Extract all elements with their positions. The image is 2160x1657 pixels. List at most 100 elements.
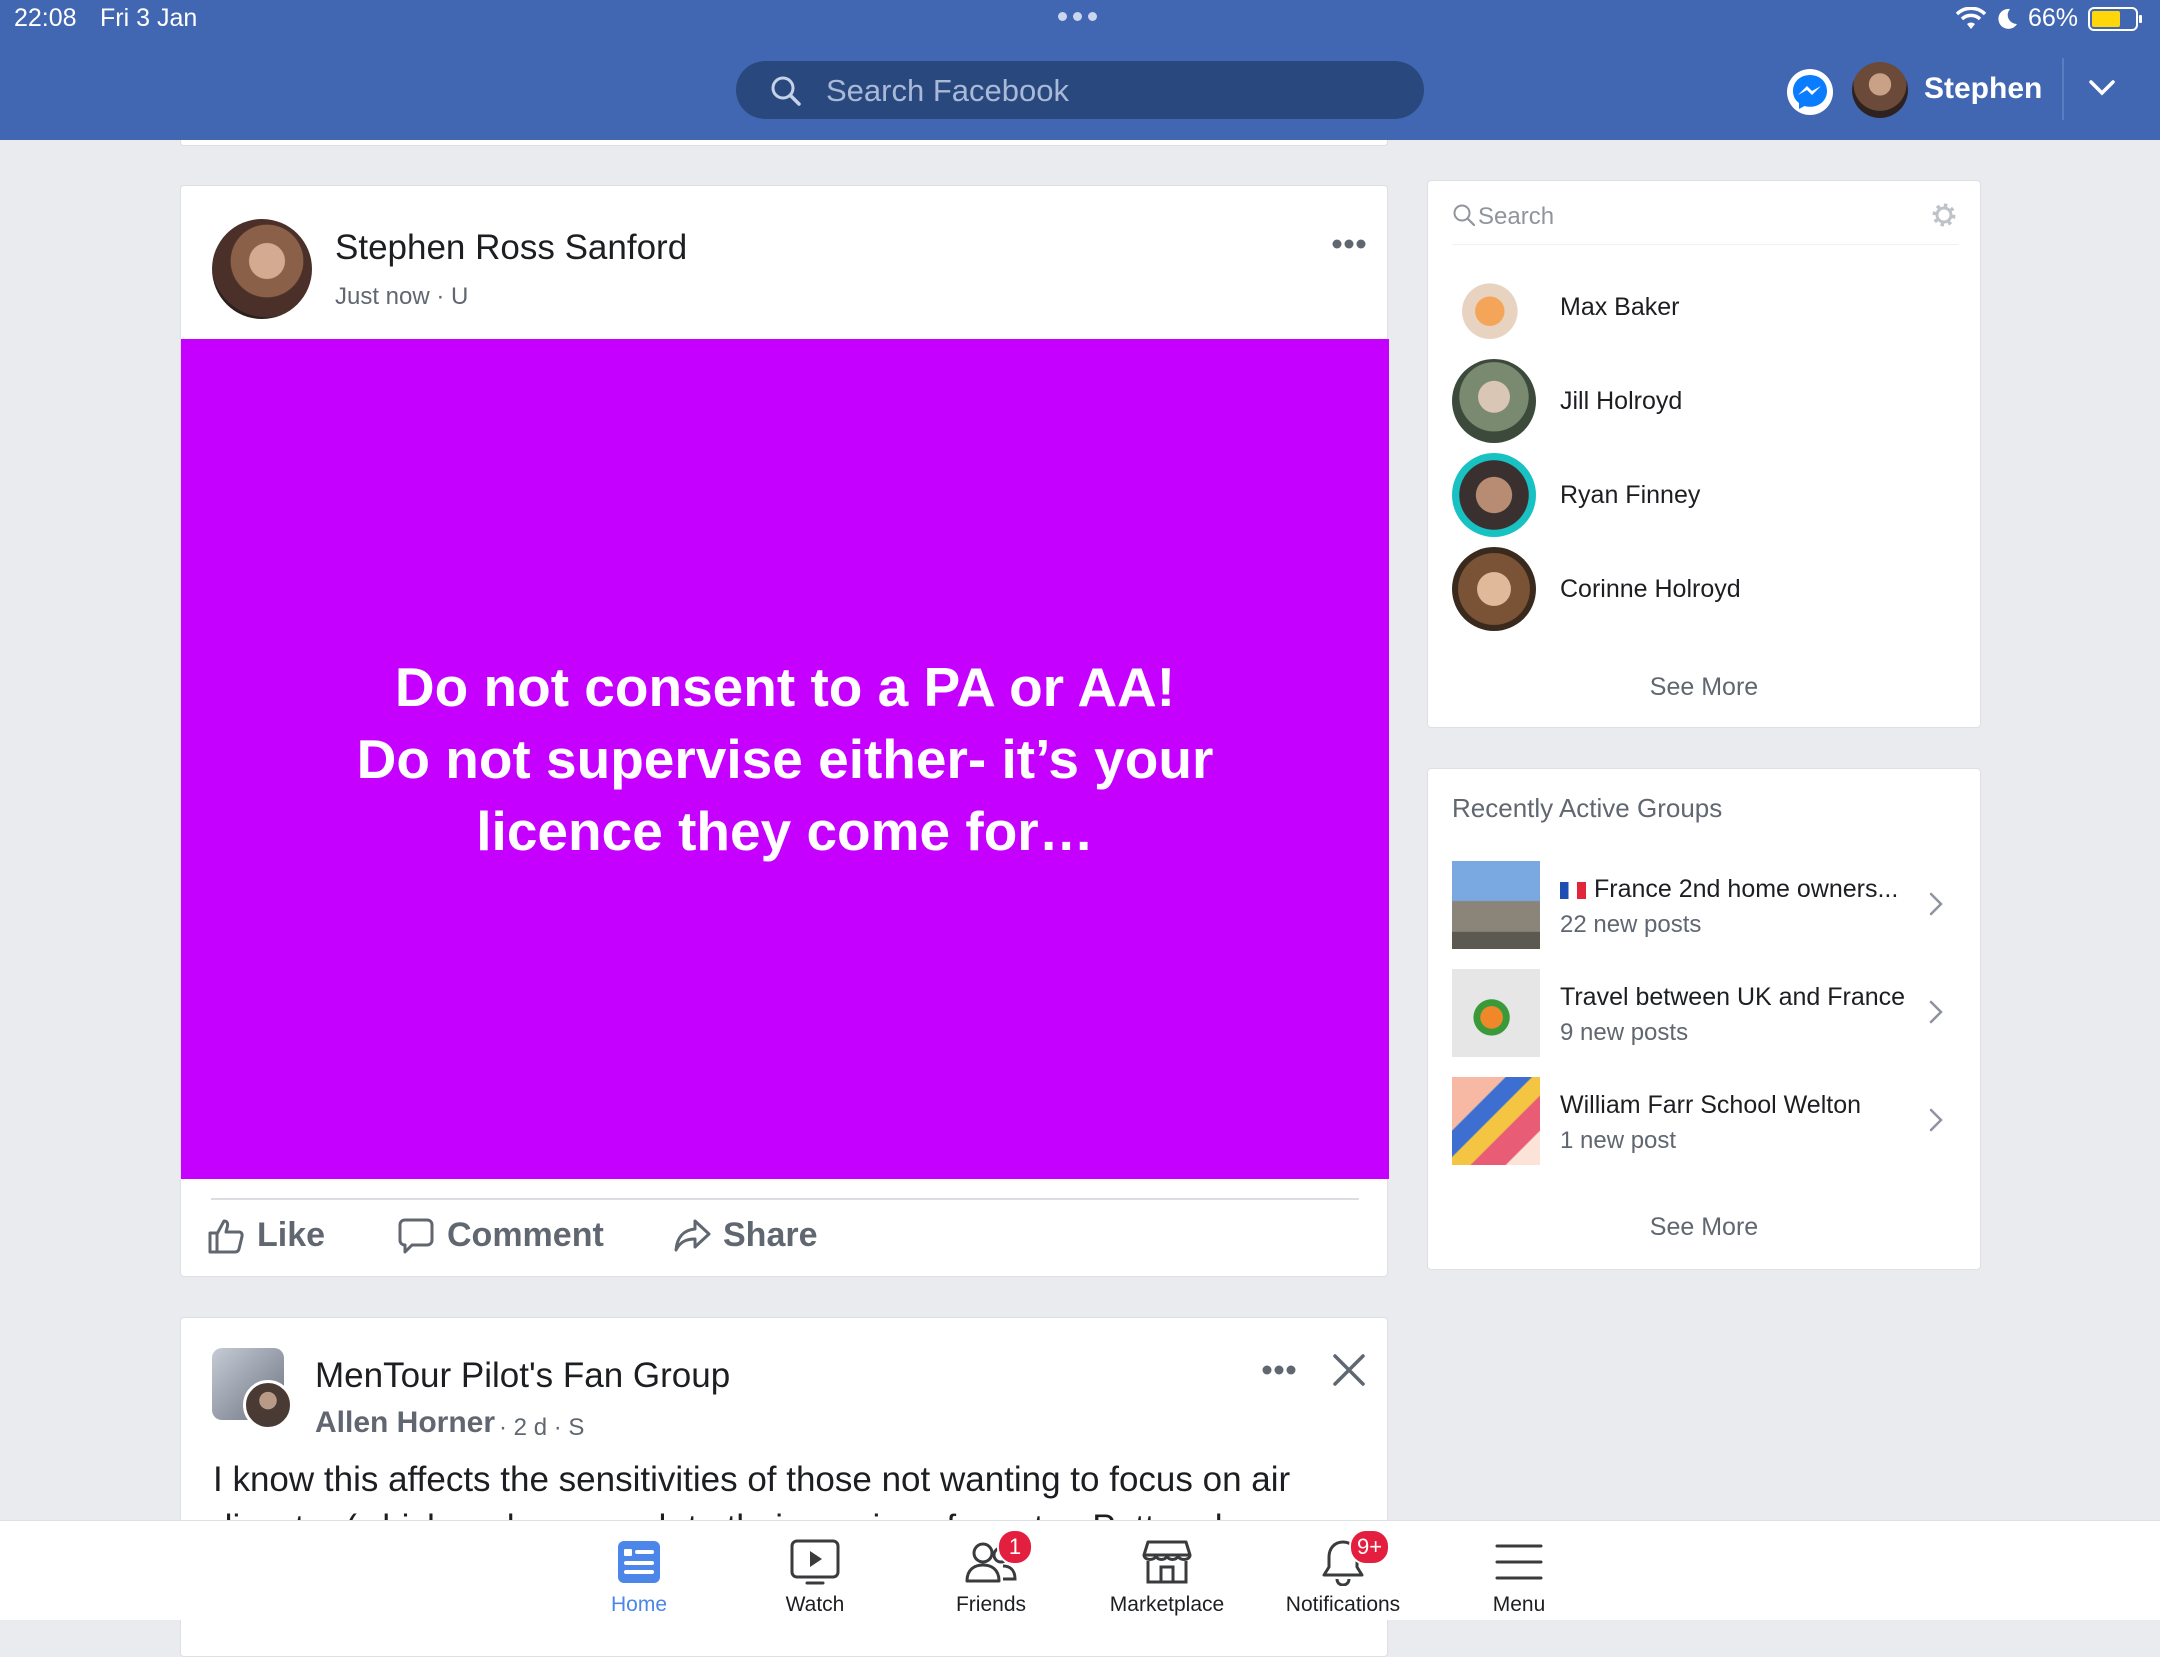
tab-watch[interactable]: Watch (735, 1537, 895, 1617)
post-text: Do not consent to a PA or AA! Do not sup… (285, 651, 1285, 867)
previous-post-edge (180, 140, 1388, 146)
top-bar: 22:08 Fri 3 Jan 66% Search Facebook Step… (0, 0, 2160, 140)
group-item[interactable]: William Farr School Welton 1 new post (1452, 1077, 1958, 1165)
group-thumbnail (1452, 969, 1540, 1057)
battery-percent: 66% (2027, 4, 2078, 32)
group-item[interactable]: France 2nd home owners... 22 new posts (1452, 861, 1958, 949)
gear-icon[interactable] (1930, 201, 1958, 229)
contacts-see-more-link[interactable]: See More (1428, 673, 1980, 702)
messenger-icon[interactable] (1786, 68, 1834, 116)
status-date: Fri 3 Jan (100, 4, 198, 32)
post-meta: · 2 d · S (499, 1414, 584, 1442)
header-divider (2062, 58, 2064, 120)
more-options-icon[interactable] (1261, 1364, 1297, 1376)
wifi-icon (1955, 6, 1986, 29)
group-item-name: France 2nd home owners... (1594, 875, 1899, 903)
group-thumbnail (1452, 1077, 1540, 1165)
search-placeholder: Search Facebook (826, 73, 1069, 108)
marketplace-icon (1142, 1540, 1192, 1584)
search-facebook-input[interactable]: Search Facebook (736, 61, 1424, 119)
author-avatar[interactable] (243, 1380, 293, 1430)
contact-item[interactable]: Jill Holroyd (1452, 359, 1958, 443)
tab-home[interactable]: Home (559, 1537, 719, 1617)
contact-avatar (1452, 453, 1536, 537)
like-button[interactable]: Like (207, 1216, 325, 1255)
contact-avatar (1452, 265, 1536, 349)
post-author[interactable]: Allen Horner (315, 1406, 495, 1440)
share-label: Share (723, 1216, 818, 1254)
contact-name: Corinne Holroyd (1560, 574, 1741, 603)
profile-avatar[interactable] (1852, 62, 1908, 118)
tab-label: Watch (785, 1593, 845, 1616)
comment-label: Comment (447, 1216, 604, 1254)
more-options-icon[interactable] (1331, 238, 1367, 250)
notifications-badge: 9+ (1349, 1529, 1391, 1565)
watch-icon (790, 1539, 840, 1585)
tab-friends[interactable]: 1 Friends (911, 1529, 1071, 1617)
group-item-posts: 1 new post (1560, 1127, 1677, 1154)
group-item-posts: 22 new posts (1560, 911, 1702, 938)
contacts-search-input[interactable]: Search (1452, 201, 1958, 245)
contacts-search-placeholder: Search (1478, 203, 1555, 230)
comment-button[interactable]: Comment (397, 1216, 604, 1255)
menu-icon (1495, 1544, 1543, 1580)
contact-item[interactable]: Corinne Holroyd (1452, 547, 1958, 631)
contact-name: Ryan Finney (1560, 480, 1701, 509)
comment-icon (398, 1218, 434, 1253)
contact-item[interactable]: Ryan Finney (1452, 453, 1958, 537)
post-text-line: Do not supervise either- it’s your (356, 728, 1214, 790)
post-card: Stephen Ross Sanford Just now · U Do not… (180, 185, 1389, 1277)
tab-label: Notifications (1285, 1593, 1401, 1616)
share-button[interactable]: Share (673, 1216, 818, 1255)
post-meta: Just now · U (335, 283, 468, 311)
group-thumbnail (1452, 861, 1540, 949)
group-item-name: William Farr School Welton (1560, 1091, 1862, 1119)
chevron-down-icon[interactable] (2088, 78, 2116, 98)
tab-label: Menu (1492, 1593, 1546, 1616)
post-text-line: licence they come for… (476, 800, 1094, 862)
thumbs-up-icon (208, 1219, 244, 1253)
post-audience: U (451, 283, 469, 310)
contact-avatar (1452, 359, 1536, 443)
france-flag-icon (1560, 881, 1586, 899)
close-icon[interactable] (1331, 1352, 1367, 1388)
bottom-tab-bar: Home Watch 1 Friends Marketplace 9+ Noti… (0, 1520, 2160, 1620)
friends-badge: 1 (997, 1529, 1033, 1565)
tab-marketplace[interactable]: Marketplace (1087, 1537, 1247, 1617)
meta-separator: · (499, 1414, 514, 1441)
profile-name[interactable]: Stephen (1924, 72, 2042, 106)
groups-see-more-link[interactable]: See More (1428, 1213, 1980, 1242)
meta-separator: · (547, 1414, 569, 1441)
tab-menu[interactable]: Menu (1439, 1537, 1599, 1617)
like-label: Like (257, 1216, 326, 1254)
battery-icon (2088, 6, 2142, 31)
multitasking-dots-icon[interactable] (1055, 8, 1100, 26)
recent-groups-panel: Recently Active Groups France 2nd home o… (1427, 768, 1981, 1270)
group-item[interactable]: Travel between UK and France 9 new posts (1452, 969, 1958, 1057)
tab-notifications[interactable]: 9+ Notifications (1263, 1529, 1423, 1617)
group-item-posts: 9 new posts (1560, 1019, 1689, 1046)
search-icon (771, 76, 801, 106)
contact-item[interactable]: Max Baker (1452, 265, 1958, 349)
search-icon (1453, 204, 1476, 227)
share-icon (674, 1219, 711, 1251)
post-time[interactable]: 2 d (514, 1414, 547, 1441)
chevron-right-icon (1929, 1000, 1943, 1024)
post-background-text[interactable]: Do not consent to a PA or AA! Do not sup… (181, 339, 1389, 1179)
group-item-title: France 2nd home owners... (1560, 875, 1898, 904)
author-avatar[interactable] (212, 219, 312, 319)
post-author[interactable]: Stephen Ross Sanford (335, 228, 687, 268)
post-time[interactable]: Just now (335, 283, 430, 310)
contacts-panel: Search Max Baker Jill Holroyd Ryan Finne… (1427, 180, 1981, 728)
moon-icon (1998, 8, 2017, 29)
group-item-name: Travel between UK and France (1560, 983, 1906, 1011)
group-name[interactable]: MenTour Pilot's Fan Group (315, 1356, 730, 1396)
status-time: 22:08 (14, 4, 77, 32)
contact-avatar (1452, 547, 1536, 631)
chevron-right-icon (1929, 892, 1943, 916)
contact-name: Max Baker (1560, 292, 1680, 321)
tab-label: Marketplace (1109, 1593, 1225, 1616)
action-divider (211, 1198, 1359, 1200)
meta-separator: · (429, 283, 452, 310)
home-feed-icon (618, 1541, 660, 1583)
